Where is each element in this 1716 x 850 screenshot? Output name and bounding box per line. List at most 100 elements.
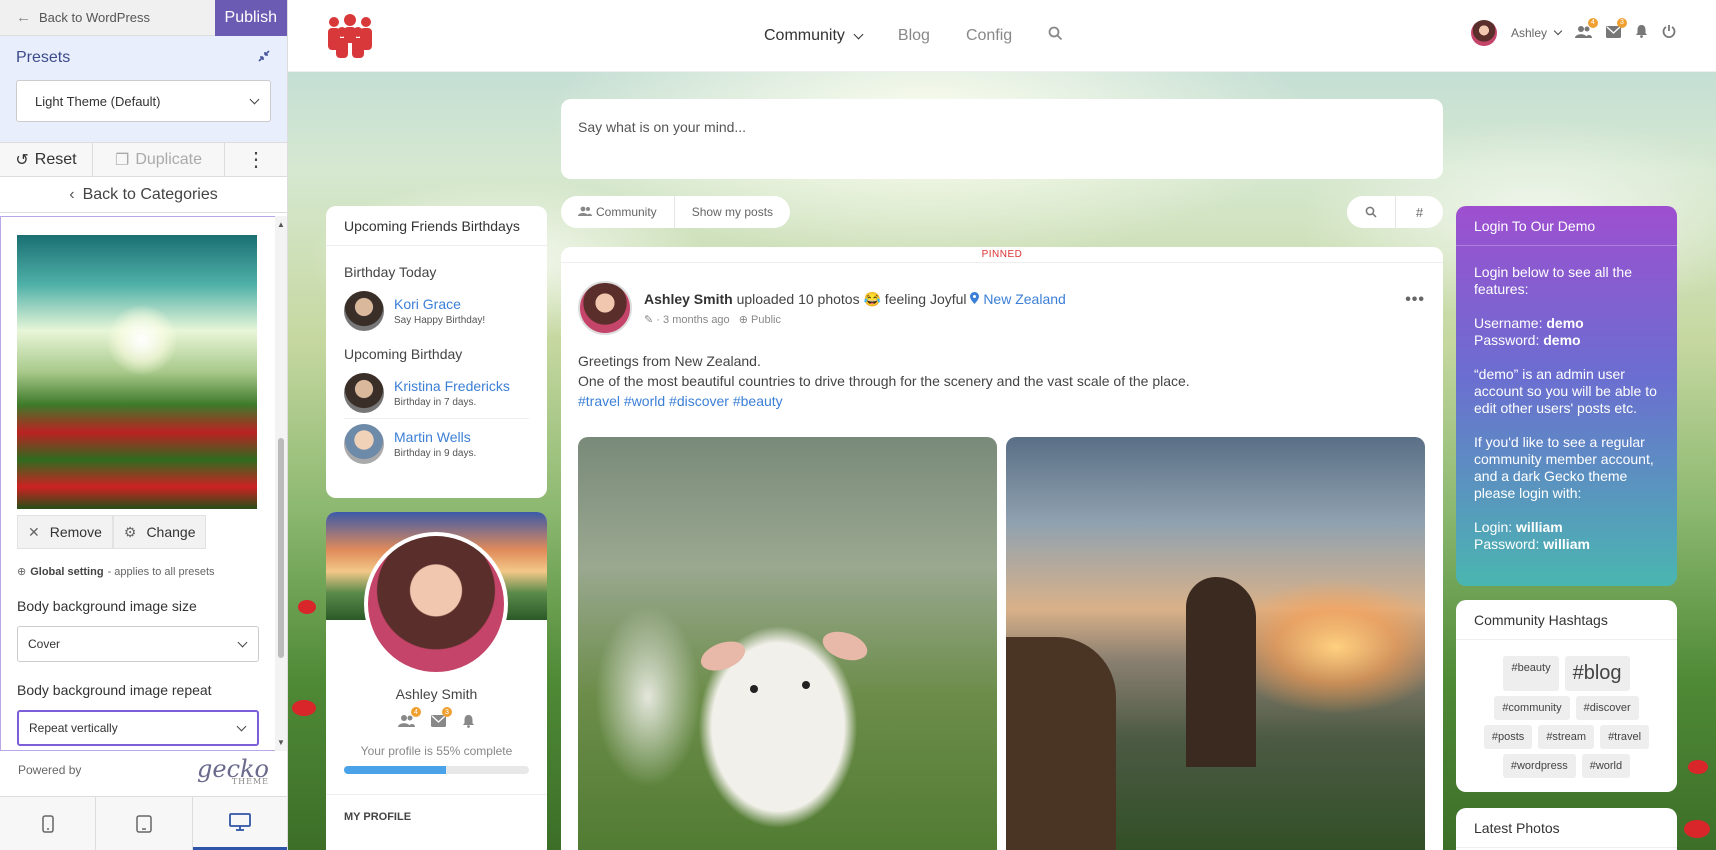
remove-image-button[interactable]: ✕ Remove [17, 515, 113, 549]
bg-size-select[interactable]: Cover [17, 626, 259, 662]
post-subline: ✎ · 3 months ago ⊕ Public [644, 313, 1066, 326]
birthday-note: Birthday in 7 days. [394, 397, 477, 408]
collapse-icon[interactable] [257, 49, 271, 67]
birthdays-title: Upcoming Friends Birthdays [326, 206, 547, 246]
profile-complete-text: Your profile is 55% complete [360, 744, 513, 758]
friends-icon[interactable]: 4 [1575, 17, 1598, 42]
powered-by: Powered by gecko THEME [18, 755, 269, 786]
user-area: Ashley 4 3 [1470, 17, 1676, 46]
copy-icon: ❐ [114, 151, 130, 169]
nav-blog[interactable]: Blog [898, 27, 930, 45]
hashtag-item[interactable]: #world [1581, 754, 1631, 778]
hashtag-item[interactable]: #beauty [1503, 656, 1559, 691]
messages-icon[interactable]: 3 [431, 707, 452, 732]
bg-repeat-label: Body background image repeat [17, 682, 212, 698]
birthdays-widget: Upcoming Friends Birthdays Birthday Toda… [326, 206, 547, 498]
post-hashtags[interactable]: #travel #world #discover #beauty [578, 391, 1426, 411]
compose-box[interactable]: Say what is on your mind... [561, 99, 1443, 179]
search-icon[interactable] [1048, 26, 1063, 46]
hashtag-list: #beauty #blog #community #discover #post… [1456, 640, 1677, 792]
filter-my-posts[interactable]: Show my posts [673, 196, 790, 228]
scroll-down-icon[interactable]: ▼ [277, 738, 285, 747]
user-name: Ashley [1510, 26, 1547, 40]
chevron-down-icon [237, 637, 248, 647]
hashtag-item[interactable]: #posts [1483, 725, 1533, 749]
back-to-categories-label: Back to Categories [82, 185, 218, 203]
bell-icon[interactable] [462, 714, 475, 732]
desktop-preview-button[interactable] [192, 797, 287, 850]
scroll-up-icon[interactable]: ▲ [277, 220, 285, 229]
post-time[interactable]: 3 months ago [663, 314, 730, 326]
preset-select[interactable]: Light Theme (Default) [16, 80, 271, 122]
nav-config[interactable]: Config [966, 27, 1012, 45]
profile-name[interactable]: Ashley Smith [326, 686, 547, 702]
demo-regular-note: If you'd like to see a regular community… [1474, 434, 1654, 501]
hashtag-item[interactable]: #community [1494, 696, 1570, 720]
hashtag-filter-button[interactable]: # [1395, 196, 1443, 228]
profile-avatar[interactable] [364, 532, 508, 676]
user-avatar[interactable] [1470, 20, 1497, 46]
gecko-logo: gecko THEME [197, 755, 269, 786]
messages-icon[interactable]: 3 [1606, 17, 1627, 42]
lamb-ear [819, 626, 871, 666]
post-options-icon[interactable]: ••• [1405, 291, 1425, 309]
lamb-photo[interactable] [578, 437, 997, 850]
reset-button[interactable]: ↺ Reset [0, 143, 92, 176]
friend-avatar[interactable] [344, 423, 384, 464]
settings-scrollbar[interactable]: ▲ ▼ [275, 216, 287, 751]
post-location: New Zealand [983, 291, 1066, 307]
community-logo-icon[interactable] [324, 14, 376, 58]
compose-placeholder: Say what is on your mind... [578, 119, 747, 135]
post-location-link[interactable]: New Zealand [970, 291, 1066, 307]
bell-icon[interactable] [1635, 24, 1648, 42]
hashtag-item[interactable]: #blog [1564, 656, 1630, 691]
filter-community[interactable]: Community [561, 196, 674, 228]
my-profile-link[interactable]: MY PROFILE [326, 794, 547, 839]
friend-avatar[interactable] [344, 373, 384, 413]
demo-admin-note: “demo” is an admin user account so you w… [1474, 366, 1657, 416]
coast-photo[interactable] [1006, 437, 1425, 850]
tablet-icon [136, 814, 152, 833]
publish-button[interactable]: Publish [214, 0, 287, 36]
user-menu[interactable]: Ashley [1510, 26, 1563, 40]
nav-community[interactable]: Community [764, 27, 864, 45]
more-options-icon[interactable]: ⋮ [225, 143, 287, 176]
edit-icon[interactable]: ✎ [644, 314, 653, 326]
back-to-wordpress-link[interactable]: ← Back to WordPress [0, 9, 150, 26]
friend-name-link[interactable]: Martin Wells [394, 429, 476, 445]
activity-search-icon[interactable] [1347, 196, 1395, 228]
device-preview-bar [0, 796, 287, 850]
hashtag-item[interactable]: #discover [1575, 696, 1639, 720]
post-author-avatar[interactable] [578, 281, 632, 335]
globe-icon: ⊕ [17, 566, 27, 578]
friend-avatar[interactable] [344, 291, 384, 331]
back-to-categories-link[interactable]: ‹ Back to Categories [0, 177, 287, 213]
gear-icon: ⚙ [123, 523, 137, 540]
change-image-button[interactable]: ⚙ Change [112, 515, 207, 549]
hashtag-item[interactable]: #travel [1600, 725, 1650, 749]
poppy-flower [1688, 760, 1708, 774]
birthday-note: Say Happy Birthday! [394, 315, 486, 326]
friend-name-link[interactable]: Kristina Fredericks [394, 378, 510, 394]
mobile-preview-button[interactable] [0, 797, 97, 850]
bg-repeat-select[interactable]: Repeat vertically [17, 710, 259, 746]
scrollbar-thumb[interactable] [278, 438, 284, 658]
power-icon[interactable] [1662, 24, 1676, 42]
hashtag-item[interactable]: #wordpress [1502, 754, 1576, 778]
map-pin-icon [970, 291, 980, 307]
post-author-link[interactable]: Ashley Smith [644, 291, 733, 307]
hashtag-item[interactable]: #stream [1538, 725, 1595, 749]
messages-badge: 3 [1617, 17, 1627, 28]
tablet-preview-button[interactable] [96, 797, 193, 850]
latest-photos-widget: Latest Photos [1456, 808, 1677, 850]
remove-label: Remove [49, 524, 102, 540]
chevron-down-icon [249, 94, 260, 104]
duplicate-button[interactable]: ❐ Duplicate [92, 143, 225, 176]
friends-icon[interactable]: 4 [398, 707, 421, 732]
site-header: Community Blog Config Ashley 4 3 [288, 0, 1716, 72]
image-buttons: ✕ Remove ⚙ Change [17, 515, 259, 549]
powered-by-label: Powered by [18, 763, 82, 777]
activity-filter: Community Show my posts [561, 196, 791, 228]
friend-name-link[interactable]: Kori Grace [394, 296, 485, 312]
chevron-down-icon [853, 29, 864, 39]
